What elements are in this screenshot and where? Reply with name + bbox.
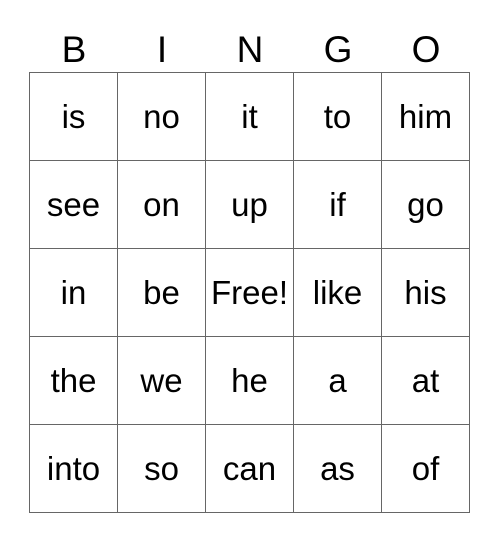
- bingo-cell: be: [117, 248, 206, 337]
- header-letter: G: [323, 29, 353, 70]
- bingo-cell: it: [205, 72, 294, 161]
- header-letter: O: [411, 29, 441, 70]
- bingo-cell: like: [293, 248, 382, 337]
- bingo-cell: no: [117, 72, 206, 161]
- bingo-row: the we he a at: [29, 336, 470, 425]
- bingo-cell: at: [381, 336, 470, 425]
- bingo-row: see on up if go: [29, 160, 470, 249]
- bingo-row: into so can as of: [29, 424, 470, 513]
- bingo-cell: of: [381, 424, 470, 513]
- bingo-cell: in: [29, 248, 118, 337]
- bingo-cell: is: [29, 72, 118, 161]
- bingo-cell: see: [29, 160, 118, 249]
- bingo-cell: into: [29, 424, 118, 513]
- bingo-cell: if: [293, 160, 382, 249]
- bingo-cell: him: [381, 72, 470, 161]
- bingo-cell: on: [117, 160, 206, 249]
- bingo-cell: his: [381, 248, 470, 337]
- bingo-cell: go: [381, 160, 470, 249]
- bingo-row: is no it to him: [29, 72, 470, 161]
- bingo-cell: so: [117, 424, 206, 513]
- bingo-cell: he: [205, 336, 294, 425]
- bingo-cell: the: [29, 336, 118, 425]
- bingo-cell: can: [205, 424, 294, 513]
- bingo-cell: up: [205, 160, 294, 249]
- header-letter: B: [61, 29, 87, 70]
- bingo-cell: to: [293, 72, 382, 161]
- bingo-cell: as: [293, 424, 382, 513]
- bingo-grid: is no it to him see on up if go in be Free! like his th…: [29, 72, 470, 513]
- bingo-header: B I N G O: [30, 28, 470, 72]
- header-letter: N: [236, 29, 264, 70]
- bingo-row: in be Free! like his: [29, 248, 470, 337]
- bingo-cell: we: [117, 336, 206, 425]
- header-letter: I: [156, 29, 168, 70]
- bingo-cell: a: [293, 336, 382, 425]
- free-space-cell: Free!: [205, 248, 294, 337]
